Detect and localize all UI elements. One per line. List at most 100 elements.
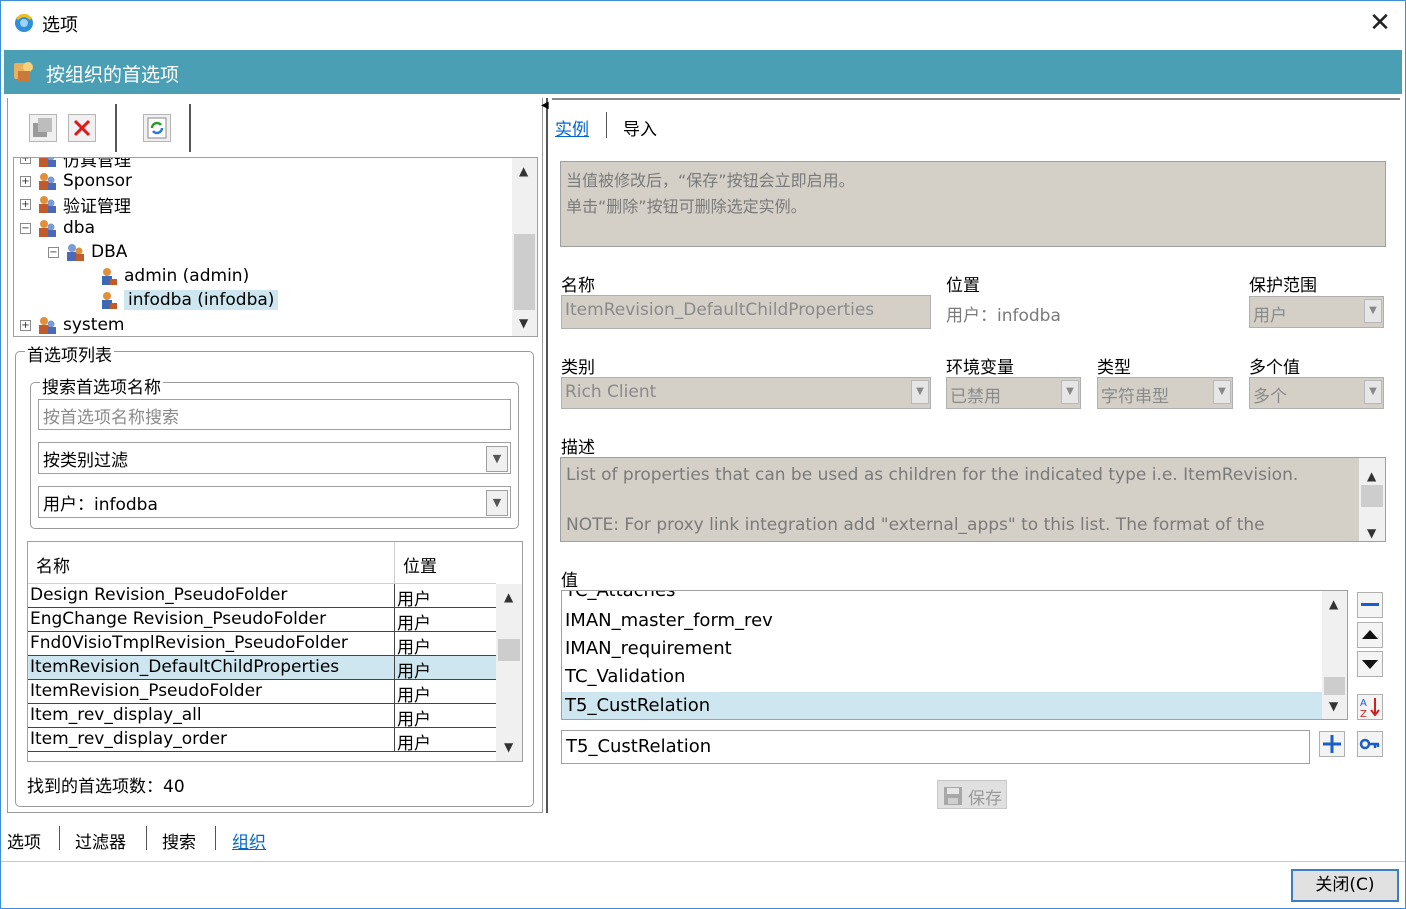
table-row[interactable]: Item_rev_display_order 用户 bbox=[28, 728, 496, 754]
search-legend: 搜索首选项名称 bbox=[40, 373, 163, 398]
cell-divider bbox=[394, 632, 395, 656]
user-icon bbox=[98, 290, 118, 310]
table-scrollbar[interactable]: ▲ ▼ bbox=[496, 584, 522, 761]
tree-item[interactable]: + 验证管理 bbox=[20, 192, 131, 217]
scroll-thumb[interactable] bbox=[498, 639, 520, 661]
multi-value-label: 多个值 bbox=[1249, 358, 1300, 378]
column-header-location[interactable]: 位置 bbox=[403, 552, 437, 577]
scroll-thumb[interactable] bbox=[1324, 677, 1345, 695]
values-scrollbar[interactable]: ▲ ▼ bbox=[1322, 591, 1347, 719]
sort-button[interactable]: AZ bbox=[1357, 694, 1383, 720]
column-header-name[interactable]: 名称 bbox=[36, 552, 70, 577]
toolbar-divider bbox=[189, 104, 191, 152]
plus-icon bbox=[1323, 735, 1341, 753]
scroll-up-icon[interactable]: ▲ bbox=[504, 590, 513, 604]
type-label: 类型 bbox=[1097, 358, 1131, 378]
table-row[interactable]: Design Revision_PseudoFolder 用户 bbox=[28, 584, 496, 610]
key-icon bbox=[1359, 738, 1380, 750]
add-value-button[interactable] bbox=[1319, 731, 1345, 757]
table-row[interactable]: Item_rev_display_all 用户 bbox=[28, 704, 496, 730]
env-label: 环境变量 bbox=[946, 358, 1014, 378]
chevron-down-icon: ▼ bbox=[1061, 380, 1079, 404]
scroll-thumb[interactable] bbox=[514, 234, 535, 310]
remove-value-button[interactable] bbox=[1357, 592, 1383, 618]
location-value: 用户：infodba bbox=[946, 306, 1061, 326]
chevron-down-icon: ▼ bbox=[1364, 299, 1382, 323]
table-row-selected[interactable]: ItemRevision_DefaultChildProperties 用户 bbox=[28, 656, 496, 682]
collapse-icon[interactable]: − bbox=[48, 246, 59, 258]
scope-filter-select[interactable]: 用户：infodba bbox=[38, 486, 511, 518]
refresh-button[interactable] bbox=[143, 114, 171, 142]
lookup-button[interactable] bbox=[1357, 731, 1383, 757]
move-down-button[interactable] bbox=[1357, 651, 1383, 677]
close-button[interactable]: 关闭(C) bbox=[1291, 869, 1399, 902]
tab-instance[interactable]: 实例 bbox=[555, 115, 589, 140]
right-panel-top-border bbox=[552, 98, 1400, 100]
title-bar: 选项 ✕ bbox=[0, 0, 1406, 46]
tree-item[interactable]: + Sponsor bbox=[20, 169, 132, 193]
list-item[interactable]: IMAN_master_form_rev bbox=[562, 607, 1322, 635]
description-label: 描述 bbox=[561, 438, 595, 458]
expand-icon[interactable]: + bbox=[20, 319, 31, 331]
delete-button[interactable] bbox=[68, 114, 96, 142]
tree-item-selected[interactable]: infodba (infodba) bbox=[98, 288, 279, 312]
table-row[interactable]: Fnd0VisioTmplRevision_PseudoFolder 用户 bbox=[28, 632, 496, 658]
org-tree[interactable]: + 仿真管理 + Sponsor + 验证管理 − dba − DBA admi… bbox=[13, 157, 538, 337]
tab-search[interactable]: 搜索 bbox=[162, 828, 196, 853]
list-item[interactable]: IMAN_requirement bbox=[562, 635, 1322, 663]
tab-divider bbox=[215, 826, 216, 850]
description-box[interactable]: List of properties that can be used as c… bbox=[560, 457, 1386, 542]
panel-splitter[interactable] bbox=[546, 98, 548, 813]
chevron-down-icon[interactable]: ▼ bbox=[486, 490, 508, 516]
values-list[interactable]: TC_Attaches IMAN_master_form_rev IMAN_re… bbox=[561, 590, 1348, 720]
section-header: 按组织的首选项 bbox=[4, 50, 1402, 94]
scroll-down-icon[interactable]: ▼ bbox=[1367, 521, 1376, 546]
pref-table[interactable]: 名称 位置 Design Revision_PseudoFolder 用户 Eng… bbox=[27, 541, 523, 762]
list-item[interactable]: TC_Validation bbox=[562, 663, 1322, 691]
expand-icon[interactable]: + bbox=[20, 198, 31, 210]
category-filter-select[interactable]: 按类别过滤 bbox=[38, 442, 511, 474]
move-up-button[interactable] bbox=[1357, 622, 1383, 648]
scroll-down-icon[interactable]: ▼ bbox=[1329, 699, 1338, 713]
tab-organization[interactable]: 组织 bbox=[232, 828, 266, 853]
description-scrollbar[interactable]: ▲ ▼ bbox=[1359, 458, 1385, 541]
list-item-selected[interactable]: T5_CustRelation bbox=[562, 692, 1322, 719]
toolbar-divider bbox=[115, 104, 117, 152]
collapse-arrow-icon[interactable]: ◀ bbox=[541, 100, 549, 111]
cell-divider bbox=[394, 680, 395, 704]
expand-icon[interactable]: + bbox=[20, 158, 31, 164]
collapse-icon[interactable]: − bbox=[20, 222, 31, 234]
scroll-down-icon[interactable]: ▼ bbox=[519, 316, 528, 330]
tab-import[interactable]: 导入 bbox=[623, 115, 657, 140]
close-icon[interactable]: ✕ bbox=[1364, 8, 1396, 38]
save-button[interactable]: 保存 bbox=[937, 780, 1007, 809]
column-divider bbox=[394, 542, 395, 584]
table-row[interactable]: ItemRevision_PseudoFolder 用户 bbox=[28, 680, 496, 706]
list-item[interactable]: TC_Attaches bbox=[562, 591, 1322, 605]
arrow-up-icon bbox=[1362, 630, 1378, 639]
scroll-thumb[interactable] bbox=[1361, 485, 1383, 507]
tree-item[interactable]: + system bbox=[20, 313, 124, 336]
tree-item[interactable]: − DBA bbox=[48, 240, 127, 264]
tab-options[interactable]: 选项 bbox=[7, 828, 41, 853]
scroll-up-icon[interactable]: ▲ bbox=[1329, 597, 1338, 611]
value-input[interactable]: T5_CustRelation bbox=[561, 730, 1310, 764]
copy-button[interactable] bbox=[29, 114, 57, 142]
scroll-up-icon[interactable]: ▲ bbox=[519, 164, 528, 178]
tab-divider bbox=[59, 826, 60, 850]
search-input[interactable]: 按首选项名称搜索 bbox=[38, 399, 511, 430]
svg-text:Z: Z bbox=[1360, 709, 1367, 719]
expand-icon[interactable]: + bbox=[20, 175, 31, 187]
table-row[interactable]: EngChange Revision_PseudoFolder 用户 bbox=[28, 608, 496, 634]
tree-item[interactable]: − dba bbox=[20, 216, 95, 240]
tab-filters[interactable]: 过滤器 bbox=[75, 828, 126, 853]
role-icon bbox=[65, 242, 85, 262]
group-icon bbox=[37, 218, 57, 238]
chevron-down-icon[interactable]: ▼ bbox=[486, 446, 508, 472]
tree-item[interactable]: admin (admin) bbox=[98, 264, 249, 288]
scroll-down-icon[interactable]: ▼ bbox=[504, 740, 513, 754]
cell-divider bbox=[394, 704, 395, 728]
arrow-down-icon bbox=[1362, 660, 1378, 669]
multi-value-select: 多个 ▼ bbox=[1249, 377, 1384, 409]
tree-scrollbar[interactable]: ▲ ▼ bbox=[512, 158, 537, 336]
